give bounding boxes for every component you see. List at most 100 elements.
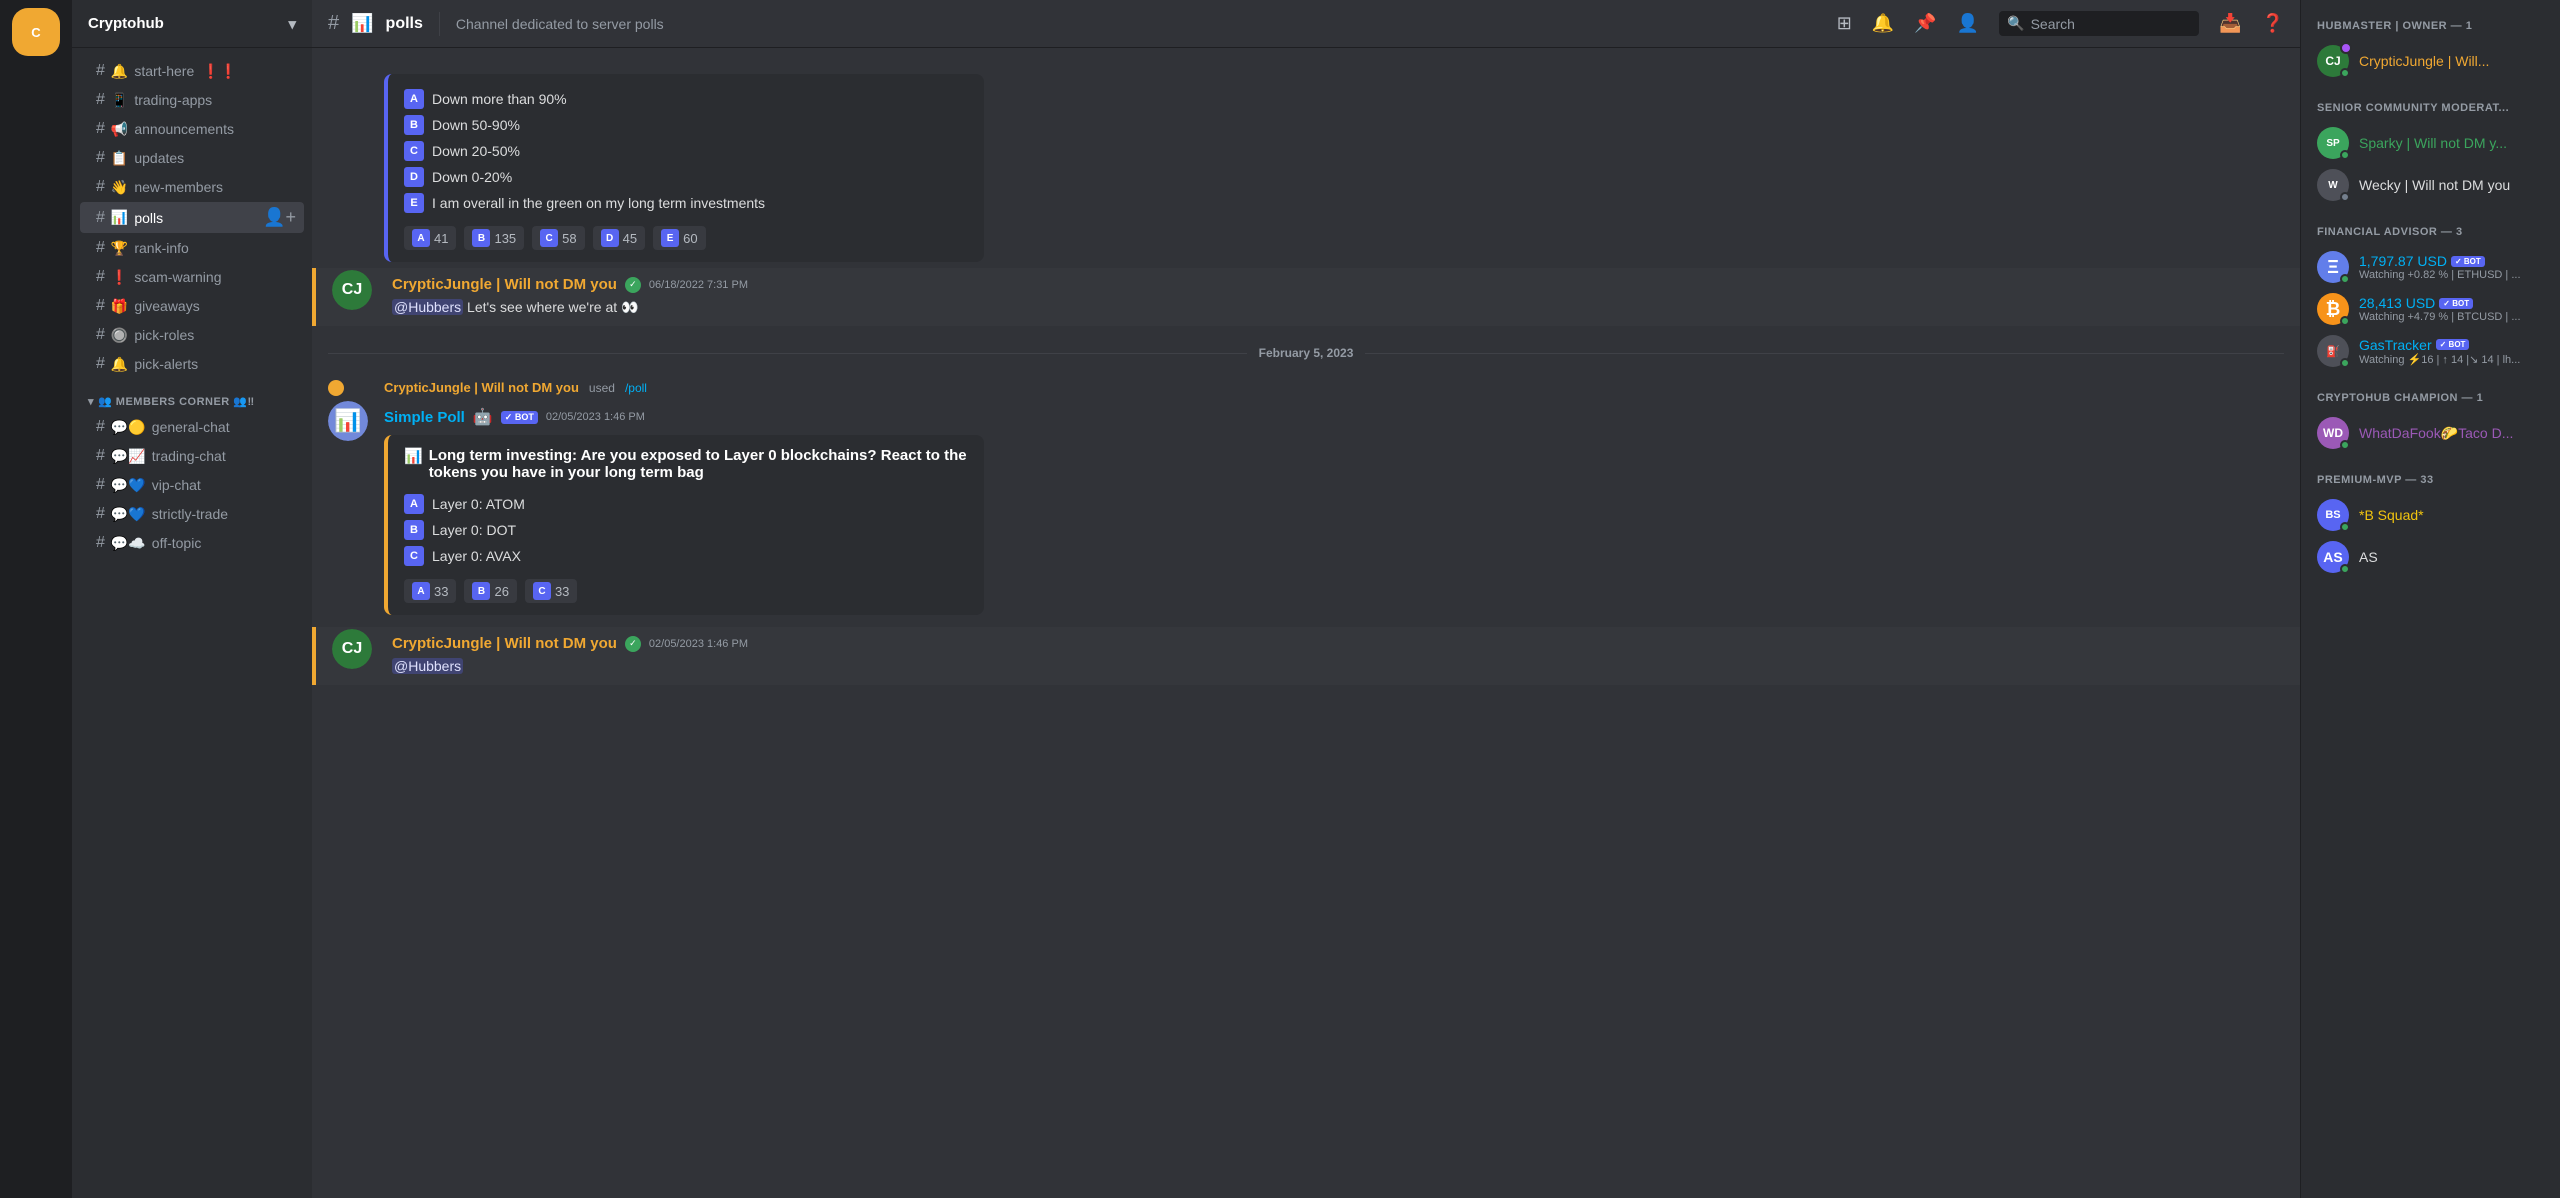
member-crypticjungle-name: CrypticJungle | Will... xyxy=(2359,53,2544,69)
threads-icon[interactable]: ⊞ xyxy=(1837,13,1852,34)
category-champion-label: CRYPTOHUB CHAMPION — 1 xyxy=(2309,388,2552,408)
member-wecky[interactable]: W Wecky | Will not DM you xyxy=(2309,164,2552,206)
category-members-corner: ▾ 👥 MEMBERS CORNER 👥‼ xyxy=(72,379,312,412)
channel-item-general-chat[interactable]: # 💬🟡 general-chat xyxy=(80,413,304,441)
message2-group: CJ CrypticJungle | Will not DM you ✓ 02/… xyxy=(312,627,2300,685)
message2-avatar: CJ xyxy=(332,629,372,669)
channel-item-announcements[interactable]: # 📢 announcements xyxy=(80,115,304,143)
poll2-author-line: Simple Poll 🤖 ✓ BOT 02/05/2023 1:46 PM xyxy=(384,407,2284,427)
member-crypticjungle[interactable]: CJ CrypticJungle | Will... xyxy=(2309,40,2552,82)
notifications-icon[interactable]: 🔔 xyxy=(1872,13,1894,34)
btc-bot-badge: ✓ BOT xyxy=(2439,298,2473,309)
poll2-author: Simple Poll xyxy=(384,409,465,426)
wecky-status-dot xyxy=(2340,192,2350,202)
member-as[interactable]: AS AS xyxy=(2309,536,2552,578)
member-wecky-name: Wecky | Will not DM you xyxy=(2359,177,2544,193)
members-icon[interactable]: 👤 xyxy=(1957,13,1979,34)
hash-icon: # xyxy=(96,418,105,436)
message1-content: @Hubbers Let's see where we're at 👀 xyxy=(392,297,2284,318)
used-slash-command: CrypticJungle | Will not DM you used /po… xyxy=(312,376,2300,399)
message1-author-line: CrypticJungle | Will not DM you ✓ 06/18/… xyxy=(392,276,2284,293)
server-name-label: Cryptohub xyxy=(88,15,164,32)
server-name: Cryptohub xyxy=(88,15,164,32)
channel-item-new-members[interactable]: # 👋 new-members xyxy=(80,173,304,201)
member-ethusd-bot[interactable]: Ξ 1,797.87 USD ✓ BOT Watching +0.82 % | … xyxy=(2309,246,2552,288)
message2-author-line: CrypticJungle | Will not DM you ✓ 02/05/… xyxy=(392,635,2284,652)
channel-item-pick-roles[interactable]: # 🔘 pick-roles xyxy=(80,321,304,349)
channel-item-trading-apps[interactable]: # 📱 trading-apps xyxy=(80,86,304,114)
poll1-card: A Down more than 90% B Down 50-90% C Dow… xyxy=(384,74,984,262)
member-crypticjungle-info: CrypticJungle | Will... xyxy=(2359,53,2544,69)
server-header[interactable]: Cryptohub ▾ xyxy=(72,0,312,48)
add-member-icon[interactable]: 👤+ xyxy=(263,207,296,228)
server-icon-cryptohub[interactable]: C xyxy=(12,8,60,56)
member-whatdafook[interactable]: WD WhatDaFook🌮Taco D... xyxy=(2309,412,2552,454)
hash-icon: # xyxy=(96,178,105,196)
message1-group: CJ CrypticJungle | Will not DM you ✓ 06/… xyxy=(312,268,2300,326)
channel-hash-icon: # xyxy=(328,12,339,35)
channel-item-trading-chat[interactable]: # 💬📈 trading-chat xyxy=(80,442,304,470)
channel-item-scam-warning[interactable]: # ❗ scam-warning xyxy=(80,263,304,291)
member-as-name: AS xyxy=(2359,549,2544,565)
member-whatdafook-avatar: WD xyxy=(2317,417,2349,449)
hash-icon: # xyxy=(96,239,105,257)
member-btcusd-bot[interactable]: ₿ 28,413 USD ✓ BOT Watching +4.79 % | BT… xyxy=(2309,288,2552,330)
eth-status-dot xyxy=(2340,274,2350,284)
channel-item-giveaways[interactable]: # 🎁 giveaways xyxy=(80,292,304,320)
poll2-vote-a[interactable]: A 33 xyxy=(404,579,456,603)
gas-bot-badge: ✓ BOT xyxy=(2436,339,2470,350)
vote-a[interactable]: A 41 xyxy=(404,226,456,250)
gas-status-dot xyxy=(2340,358,2350,368)
search-placeholder: Search xyxy=(2031,16,2075,32)
channel-item-start-here[interactable]: # 🔔 start-here ❗❗ xyxy=(80,57,304,85)
poll1-option-c: C Down 20-50% xyxy=(404,138,968,164)
poll2-vote-b[interactable]: B 26 xyxy=(464,579,516,603)
message2-content: @Hubbers xyxy=(392,656,2284,677)
channel-item-rank-info[interactable]: # 🏆 rank-info xyxy=(80,234,304,262)
server-dropdown-icon[interactable]: ▾ xyxy=(288,15,296,33)
vote-d[interactable]: D 45 xyxy=(593,226,645,250)
poll2-votes: A 33 B 26 C 33 xyxy=(404,579,968,603)
channel-item-vip-chat[interactable]: # 💬💙 vip-chat xyxy=(80,471,304,499)
pin-icon[interactable]: 📌 xyxy=(1914,13,1936,34)
member-eth-subtext: Watching +0.82 % | ETHUSD | ... xyxy=(2359,269,2544,281)
poll1-option-d: D Down 0-20% xyxy=(404,164,968,190)
poll2-vote-c[interactable]: C 33 xyxy=(525,579,577,603)
hash-icon: # xyxy=(96,91,105,109)
date-separator-feb5: February 5, 2023 xyxy=(312,330,2300,376)
member-gastracker-bot[interactable]: ⛽ GasTracker ✓ BOT Watching ⚡16 | ↑ 14 |… xyxy=(2309,330,2552,372)
topbar-icons: ⊞ 🔔 📌 👤 🔍 Search 📥 ❓ xyxy=(1837,11,2284,36)
member-sparky[interactable]: SP Sparky | Will not DM y... xyxy=(2309,122,2552,164)
member-btc-name: 28,413 USD xyxy=(2359,295,2435,311)
poll-bar-icon: 📊 xyxy=(404,447,423,465)
channel-poll-icon: 📊 xyxy=(351,13,373,34)
vote-b[interactable]: B 135 xyxy=(464,226,524,250)
search-icon: 🔍 xyxy=(2007,15,2024,32)
channel-item-off-topic[interactable]: # 💬☁️ off-topic xyxy=(80,529,304,557)
channel-item-pick-alerts[interactable]: # 🔔 pick-alerts xyxy=(80,350,304,378)
hash-icon: # xyxy=(96,297,105,315)
channel-item-polls[interactable]: # 📊 polls 👤+ xyxy=(80,202,304,233)
hash-icon: # xyxy=(96,505,105,523)
vote-c[interactable]: C 58 xyxy=(532,226,584,250)
vote-e[interactable]: E 60 xyxy=(653,226,705,250)
main-content: # 📊 polls Channel dedicated to server po… xyxy=(312,0,2300,1198)
poll2-card: 📊 Long term investing: Are you exposed t… xyxy=(384,435,984,615)
category-senior-mod-label: SENIOR COMMUNITY MODERAT... xyxy=(2309,98,2552,118)
channel-item-strictly-trade[interactable]: # 💬💙 strictly-trade xyxy=(80,500,304,528)
member-bsquad[interactable]: BS *B Squad* xyxy=(2309,494,2552,536)
hash-icon: # xyxy=(96,149,105,167)
help-icon[interactable]: ❓ xyxy=(2262,13,2284,34)
inbox-icon[interactable]: 📥 xyxy=(2219,13,2241,34)
members-category-senior-mod: SENIOR COMMUNITY MODERAT... SP Sparky | … xyxy=(2309,98,2552,206)
channel-item-updates[interactable]: # 📋 updates xyxy=(80,144,304,172)
hash-icon: # xyxy=(96,268,105,286)
member-wecky-avatar: W xyxy=(2317,169,2349,201)
channel-sidebar: Cryptohub ▾ # 🔔 start-here ❗❗ # 📱 tradin… xyxy=(72,0,312,1198)
top-bar: # 📊 polls Channel dedicated to server po… xyxy=(312,0,2300,48)
poll1-votes: A 41 B 135 C 58 D 45 xyxy=(404,226,968,250)
search-bar[interactable]: 🔍 Search xyxy=(1999,11,2199,36)
message1-timestamp: 06/18/2022 7:31 PM xyxy=(649,279,748,291)
messages-area: A Down more than 90% B Down 50-90% C Dow… xyxy=(312,48,2300,1198)
member-sparky-name: Sparky | Will not DM y... xyxy=(2359,135,2544,151)
